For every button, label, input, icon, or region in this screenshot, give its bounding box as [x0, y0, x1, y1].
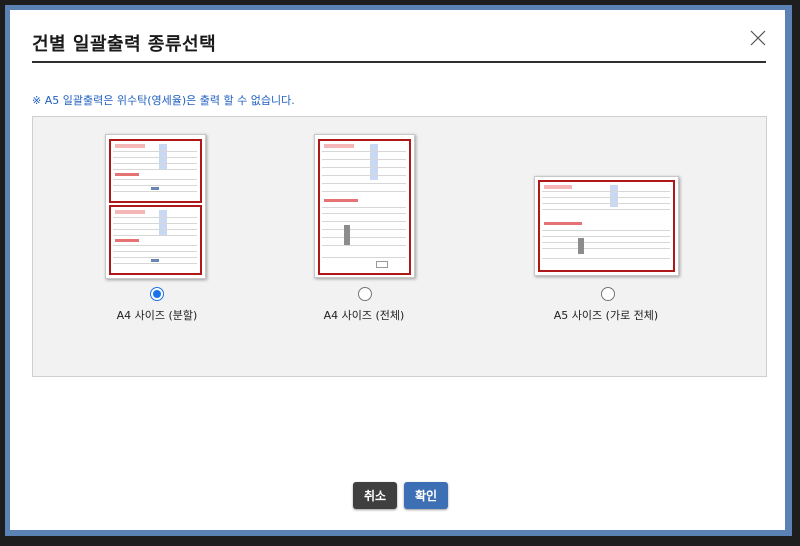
- label-a4-split: A4 사이즈 (분할): [116, 309, 198, 322]
- print-options-panel: A4 사이즈 (분할) A4 사이즈 (전체) A5 사이즈 (가로 전체): [32, 116, 767, 377]
- preview-a4-full[interactable]: [314, 134, 415, 278]
- label-a5-landscape: A5 사이즈 (가로 전체): [553, 309, 659, 322]
- cancel-button[interactable]: 취소: [353, 482, 397, 509]
- confirm-button[interactable]: 확인: [404, 482, 448, 509]
- radio-a4-full[interactable]: [358, 287, 372, 301]
- preview-a5-landscape[interactable]: [534, 176, 679, 276]
- form-page-full: [318, 139, 411, 275]
- form-page-landscape: [538, 180, 675, 272]
- preview-a4-split[interactable]: [105, 134, 206, 279]
- dialog-title: 건별 일괄출력 종류선택: [32, 34, 217, 55]
- radio-a4-split[interactable]: [150, 287, 164, 301]
- notice-text: ※ A5 일괄출력은 위수탁(영세율)은 출력 할 수 없습니다.: [32, 94, 295, 107]
- form-page-top: [109, 139, 202, 203]
- form-page-bottom: [109, 205, 202, 275]
- close-icon[interactable]: [748, 28, 768, 48]
- print-type-dialog: 건별 일괄출력 종류선택 ※ A5 일괄출력은 위수탁(영세율)은 출력 할 수…: [10, 10, 785, 530]
- label-a4-full: A4 사이즈 (전체): [323, 309, 405, 322]
- title-divider: [32, 61, 766, 63]
- radio-a5-landscape[interactable]: [601, 287, 615, 301]
